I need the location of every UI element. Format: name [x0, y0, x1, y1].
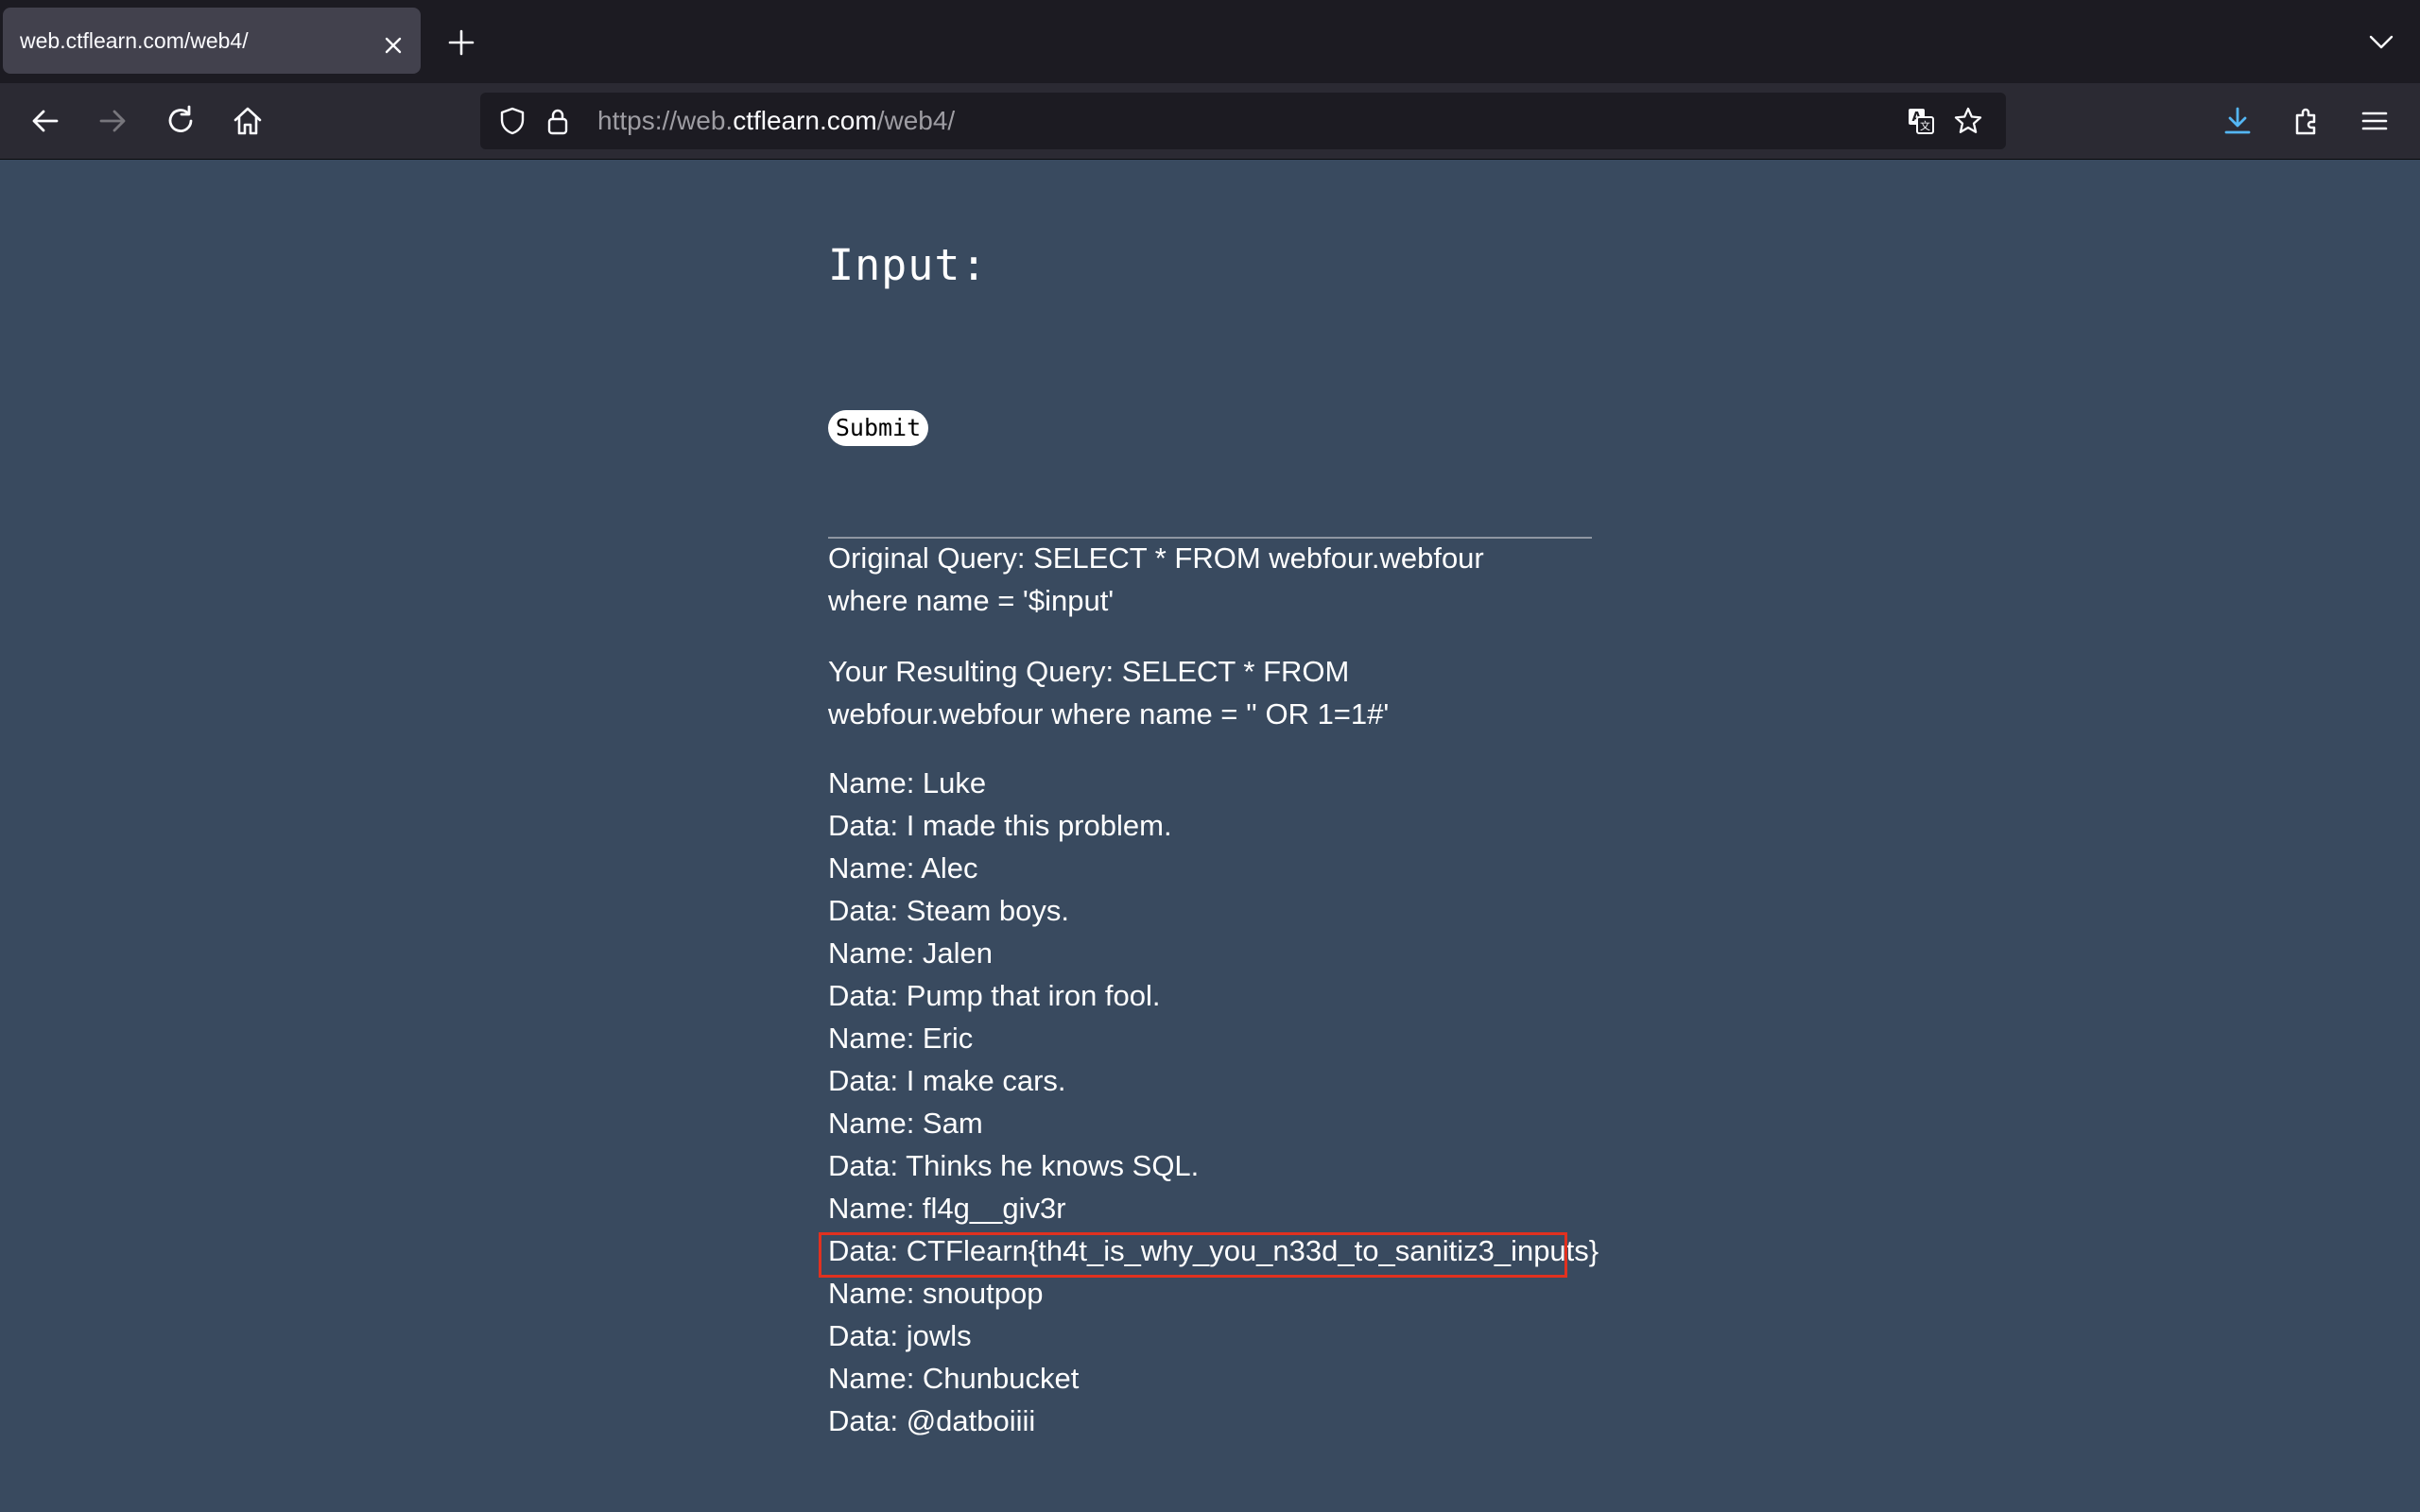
result-name: Name: Luke — [828, 766, 987, 799]
tab-title: web.ctflearn.com/web4/ — [20, 28, 249, 53]
extensions-icon[interactable] — [2290, 104, 2324, 138]
back-arrow-icon[interactable] — [28, 104, 62, 138]
result-name: Name: Eric — [828, 1022, 974, 1055]
result-data: Data: I make cars. — [828, 1064, 1066, 1097]
result-name: Name: Sam — [828, 1107, 983, 1140]
url-prefix: https://web. — [597, 106, 734, 135]
url-host: ctflearn.com — [733, 106, 877, 135]
tab-bar: web.ctflearn.com/web4/ — [0, 0, 2420, 83]
chevron-down-icon[interactable] — [2368, 28, 2394, 55]
navigation-toolbar: https://web.ctflearn.com/web4/ A文 — [0, 83, 2420, 160]
lock-icon[interactable] — [543, 106, 573, 136]
result-name: Name: Chunbucket — [828, 1362, 1080, 1395]
input-label: Input: — [828, 240, 988, 290]
result-data: Data: Thinks he knows SQL. — [828, 1149, 1200, 1182]
browser-tab[interactable]: web.ctflearn.com/web4/ — [3, 8, 421, 74]
query-input[interactable] — [828, 482, 1592, 539]
svg-text:文: 文 — [1920, 119, 1930, 132]
result-data: Data: jowls — [828, 1319, 972, 1352]
forward-arrow-icon[interactable] — [95, 104, 130, 138]
home-icon[interactable] — [231, 104, 265, 138]
result-name: Name: Alec — [828, 851, 978, 885]
url-text[interactable]: https://web.ctflearn.com/web4/ — [597, 93, 955, 149]
result-data: Data: @datboiiii — [828, 1404, 1036, 1437]
flag-result-data: Data: CTFlearn{th4t_is_why_you_n33d_to_s… — [828, 1234, 1599, 1267]
bookmark-star-icon[interactable] — [1953, 106, 1983, 136]
download-icon[interactable] — [2221, 104, 2255, 138]
result-data: Data: Steam boys. — [828, 894, 1070, 927]
url-path: /web4/ — [876, 106, 956, 135]
result-data: Data: Pump that iron fool. — [828, 979, 1161, 1012]
results-list: Name: Luke Data: I made this problem. Na… — [828, 762, 1679, 1442]
menu-icon[interactable] — [2358, 104, 2392, 138]
new-tab-icon[interactable] — [446, 27, 476, 58]
resulting-query-text: Your Resulting Query: SELECT * FROM webf… — [828, 655, 1390, 730]
original-query-text: Original Query: SELECT * FROM webfour.we… — [828, 541, 1484, 617]
close-icon[interactable] — [379, 31, 407, 60]
shield-icon[interactable] — [497, 106, 527, 136]
result-name: Name: snoutpop — [828, 1277, 1044, 1310]
address-bar[interactable]: https://web.ctflearn.com/web4/ A文 — [480, 93, 2006, 149]
result-data: Data: I made this problem. — [828, 809, 1172, 842]
reload-icon[interactable] — [164, 104, 198, 138]
result-name: Name: fl4g__giv3r — [828, 1192, 1066, 1225]
submit-button[interactable]: Submit — [828, 410, 928, 446]
page-content: Input: Submit Original Query: SELECT * F… — [0, 161, 2420, 1512]
result-name: Name: Jalen — [828, 936, 994, 970]
translate-icon[interactable]: A文 — [1906, 106, 1936, 136]
